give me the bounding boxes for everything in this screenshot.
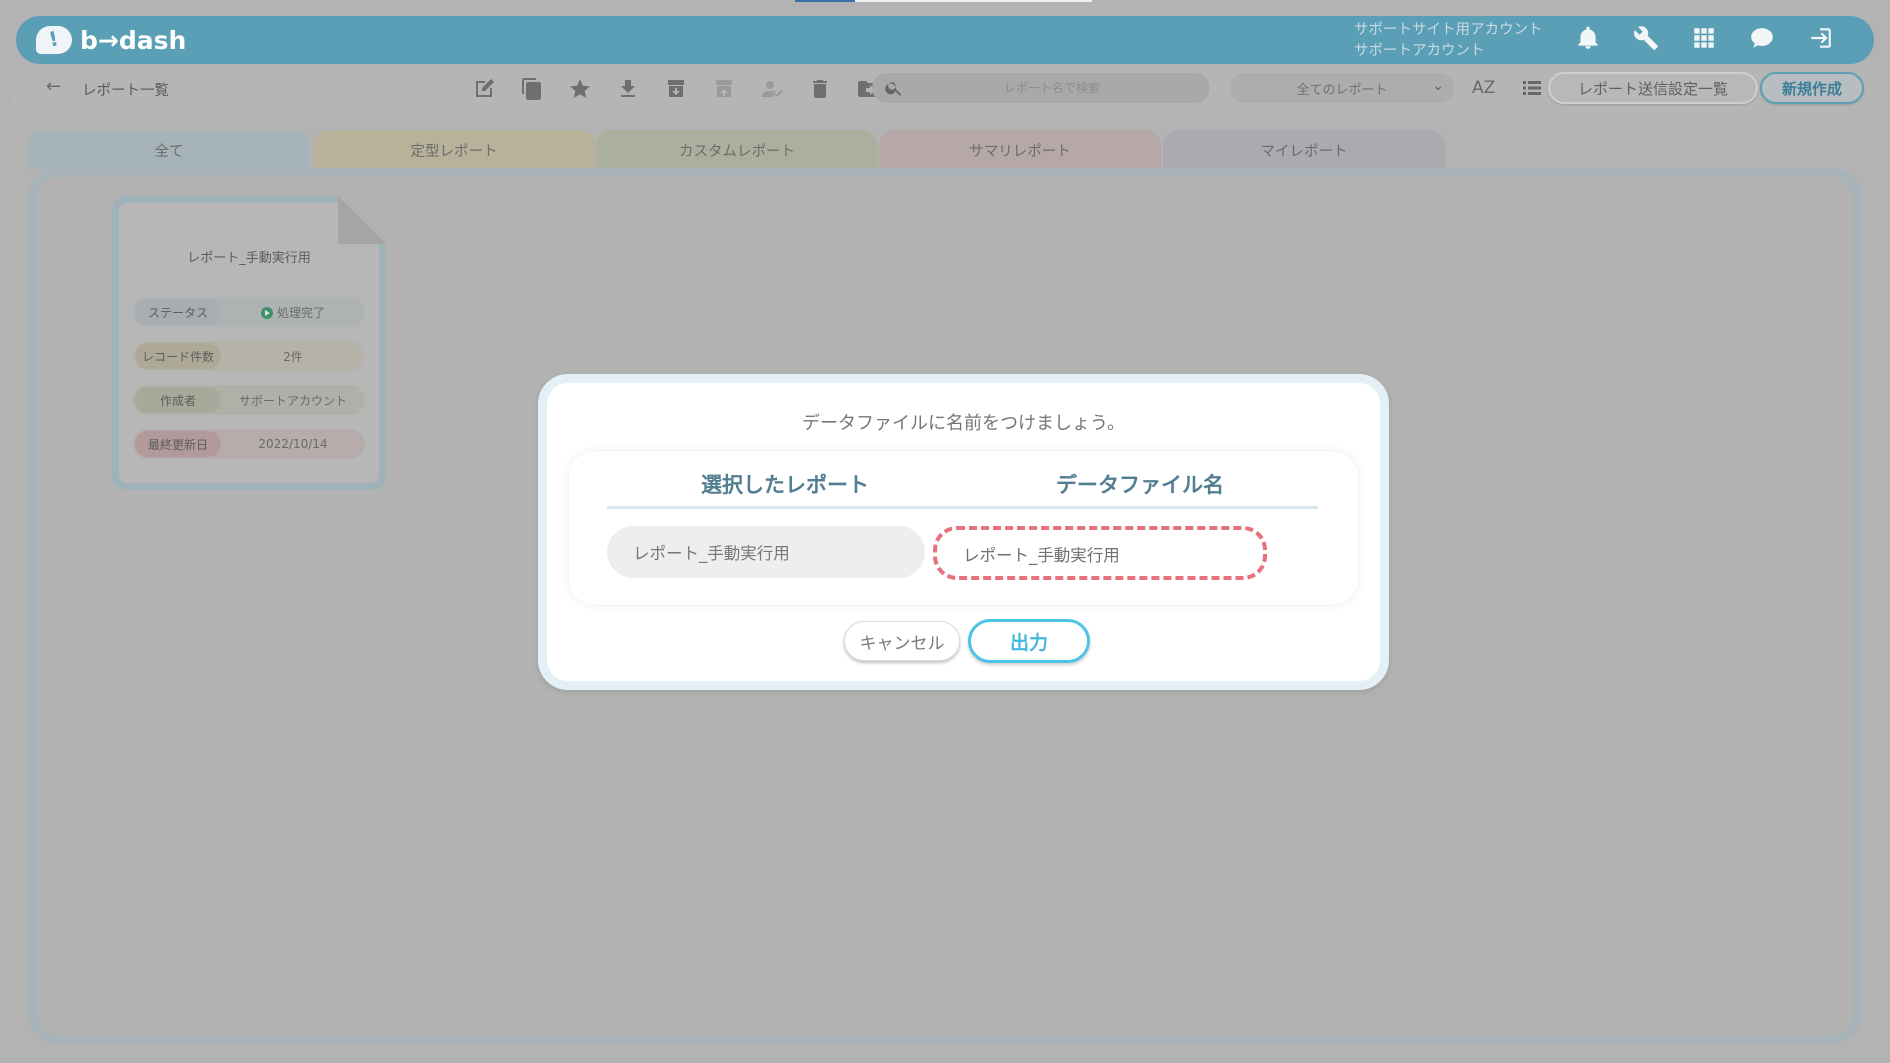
filename-field[interactable] (933, 526, 1267, 580)
breadcrumb: レポート一覧 (82, 83, 169, 99)
logo-text: b→dash (80, 25, 187, 55)
copy-icon[interactable] (517, 74, 547, 104)
modal-prompt: データファイルに名前をつけましょう。 (802, 413, 1125, 434)
tab-my-report[interactable]: マイレポート (1163, 130, 1445, 170)
assign-user-icon[interactable] (757, 74, 787, 104)
card-row-label: レコード件数 (135, 343, 221, 369)
new-report-button[interactable]: 新規作成 (1760, 72, 1864, 104)
tab-standard-report[interactable]: 定型レポート (313, 130, 595, 170)
output-button[interactable]: 出力 (968, 619, 1090, 663)
card-row-value: サポートアカウント (238, 393, 347, 408)
cancel-button[interactable]: キャンセル (844, 621, 960, 661)
apps-grid-icon[interactable] (1690, 24, 1718, 52)
card-row-value: 2022/10/14 (258, 437, 328, 451)
trash-icon[interactable] (805, 74, 835, 104)
tab-all[interactable]: 全て (28, 130, 310, 170)
wrench-icon[interactable] (1632, 24, 1660, 52)
app-header: b→dash サポートサイト用アカウント サポートアカウント (16, 16, 1874, 64)
card-row-updated: 最終更新日 2022/10/14 (133, 429, 365, 459)
export-filename-modal: データファイルに名前をつけましょう。 選択したレポート データファイル名 レポー… (538, 374, 1389, 690)
filename-heading: データファイル名 (1056, 473, 1224, 497)
card-row-label: 作成者 (135, 387, 221, 413)
selected-report-name: レポート_手動実行用 (607, 526, 925, 578)
report-filter-select[interactable]: 全てのレポート ⌄ (1230, 73, 1454, 103)
status-text: 処理完了 (276, 305, 325, 320)
page-fold-corner (338, 196, 386, 244)
heading-divider (607, 506, 1318, 509)
tab-summary-report[interactable]: サマリレポート (879, 130, 1161, 170)
report-toolbar: ← レポート一覧 全てのレポート ⌄ AZ レポート送信設定一覧 新規作成 (10, 66, 1880, 112)
list-view-icon[interactable] (1520, 76, 1544, 100)
tab-custom-report[interactable]: カスタムレポート (596, 130, 878, 170)
selected-report-heading: 選択したレポート (701, 473, 869, 497)
chevron-down-icon: ⌄ (1432, 78, 1444, 94)
account-user: サポートアカウント (1354, 43, 1485, 59)
account-org: サポートサイト用アカウント (1354, 22, 1543, 38)
logo[interactable]: b→dash (36, 26, 186, 55)
logo-bubble-icon (36, 26, 72, 54)
unarchive-icon[interactable] (709, 74, 739, 104)
download-icon[interactable] (613, 74, 643, 104)
logout-icon[interactable] (1806, 24, 1834, 52)
edit-icon[interactable] (469, 74, 499, 104)
card-row-value: 2件 (283, 349, 303, 364)
star-icon[interactable] (565, 74, 595, 104)
back-arrow-icon[interactable]: ← (46, 76, 61, 97)
send-settings-button[interactable]: レポート送信設定一覧 (1548, 72, 1758, 104)
account-info[interactable]: サポートサイト用アカウント サポートアカウント (1354, 20, 1543, 62)
chat-notification-icon[interactable] (1748, 24, 1776, 52)
bell-icon[interactable] (1574, 24, 1602, 52)
filename-input[interactable] (963, 540, 1253, 568)
modal-form-box: 選択したレポート データファイル名 レポート_手動実行用 (569, 451, 1358, 605)
card-row-record-count: レコード件数 2件 (133, 341, 365, 371)
card-row-label: 最終更新日 (135, 431, 221, 457)
card-row-status: ステータス 処理完了 (133, 297, 365, 327)
search-box (872, 73, 1210, 103)
report-card-title: レポート_手動実行用 (187, 251, 311, 266)
sort-az-icon[interactable]: AZ (1472, 78, 1495, 98)
card-row-value: 処理完了 (221, 304, 365, 321)
play-status-icon (260, 306, 273, 319)
card-row-creator: 作成者 サポートアカウント (133, 385, 365, 415)
search-input[interactable] (912, 73, 1192, 103)
top-progress-line (795, 0, 1092, 2)
search-icon (885, 82, 902, 96)
report-card[interactable]: レポート_手動実行用 ステータス 処理完了 レコード件数 2件 作成者 サポート… (112, 196, 386, 490)
filter-value: 全てのレポート (1296, 82, 1388, 98)
archive-icon[interactable] (661, 74, 691, 104)
card-row-label: ステータス (135, 299, 221, 325)
